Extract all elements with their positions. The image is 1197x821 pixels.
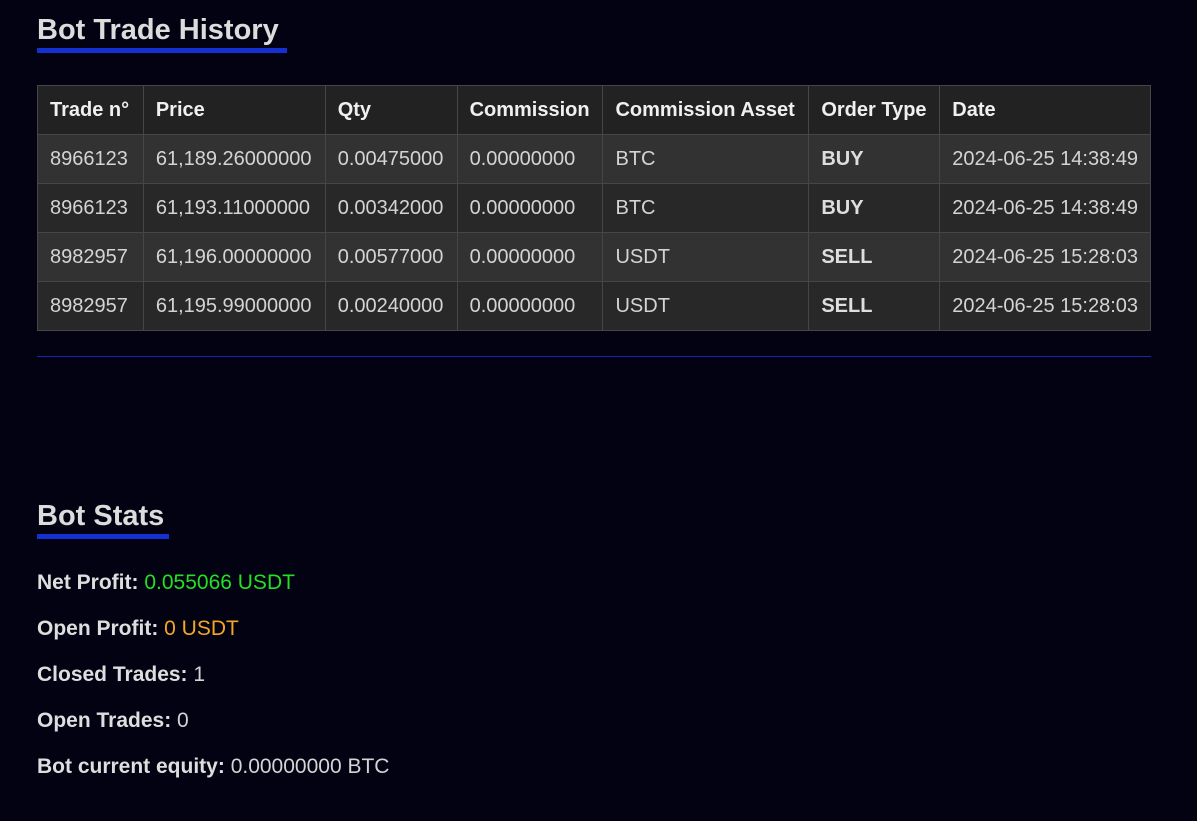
cell-trade-number: 8966123 — [37, 183, 144, 233]
stat-open-trades-label: Open Trades: — [37, 709, 172, 732]
cell-trade-number: 8982957 — [37, 281, 144, 331]
cell-commission: 0.00000000 — [456, 281, 604, 331]
column-header-qty: Qty — [324, 85, 458, 135]
stat-open-trades: Open Trades: 0 — [37, 708, 389, 754]
column-header-trade-number: Trade n° — [37, 85, 144, 135]
stat-open-profit: Open Profit: 0 USDT — [37, 616, 389, 662]
stat-open-profit-value: 0 USDT — [164, 617, 239, 640]
cell-date: 2024-06-25 15:28:03 — [939, 281, 1151, 331]
cell-commission-asset: BTC — [602, 134, 810, 184]
table-header-row: Trade n° Price Qty Commission Commission… — [37, 85, 1151, 135]
stat-net-profit-value: 0.055066 USDT — [144, 571, 295, 594]
column-header-commission-asset: Commission Asset — [602, 85, 810, 135]
cell-order-type: SELL — [808, 281, 941, 331]
cell-commission-asset: USDT — [602, 232, 810, 282]
stat-bot-equity: Bot current equity: 0.00000000 BTC — [37, 754, 389, 800]
cell-order-type: BUY — [808, 183, 941, 233]
trade-history-table: Trade n° Price Qty Commission Commission… — [37, 85, 1151, 331]
cell-commission: 0.00000000 — [456, 183, 604, 233]
cell-price: 61,196.00000000 — [142, 232, 326, 282]
cell-commission: 0.00000000 — [456, 232, 604, 282]
cell-price: 61,193.11000000 — [142, 183, 326, 233]
cell-date: 2024-06-25 15:28:03 — [939, 232, 1151, 282]
stat-closed-trades: Closed Trades: 1 — [37, 662, 389, 708]
table-row: 8982957 61,196.00000000 0.00577000 0.000… — [37, 232, 1151, 282]
stat-net-profit-label: Net Profit: — [37, 571, 139, 594]
cell-trade-number: 8982957 — [37, 232, 144, 282]
cell-commission-asset: BTC — [602, 183, 810, 233]
cell-qty: 0.00577000 — [324, 232, 458, 282]
cell-commission-asset: USDT — [602, 281, 810, 331]
cell-qty: 0.00342000 — [324, 183, 458, 233]
stat-closed-trades-label: Closed Trades: — [37, 663, 188, 686]
cell-order-type: BUY — [808, 134, 941, 184]
table-row: 8982957 61,195.99000000 0.00240000 0.000… — [37, 281, 1151, 331]
stat-bot-equity-value: 0.00000000 BTC — [230, 755, 390, 778]
cell-date: 2024-06-25 14:38:49 — [939, 183, 1151, 233]
trade-history-title: Bot Trade History — [37, 14, 279, 46]
stat-open-trades-value: 0 — [177, 709, 189, 732]
bot-stats-heading: Bot Stats — [37, 500, 169, 539]
trade-history-title-underline — [37, 48, 287, 53]
table-row: 8966123 61,193.11000000 0.00342000 0.000… — [37, 183, 1151, 233]
cell-commission: 0.00000000 — [456, 134, 604, 184]
column-header-commission: Commission — [456, 85, 604, 135]
cell-order-type: SELL — [808, 232, 941, 282]
stat-open-profit-label: Open Profit: — [37, 617, 159, 640]
cell-qty: 0.00240000 — [324, 281, 458, 331]
cell-trade-number: 8966123 — [37, 134, 144, 184]
bot-stats-list: Net Profit: 0.055066 USDT Open Profit: 0… — [37, 570, 389, 800]
column-header-order-type: Order Type — [808, 85, 941, 135]
stat-closed-trades-value: 1 — [193, 663, 206, 686]
cell-date: 2024-06-25 14:38:49 — [939, 134, 1151, 184]
column-header-price: Price — [142, 85, 326, 135]
bot-stats-title: Bot Stats — [37, 500, 165, 532]
page: Bot Trade History Trade n° Price Qty Com… — [0, 0, 1197, 821]
cell-price: 61,195.99000000 — [142, 281, 326, 331]
stat-net-profit: Net Profit: 0.055066 USDT — [37, 570, 389, 616]
column-header-date: Date — [939, 85, 1151, 135]
cell-price: 61,189.26000000 — [142, 134, 326, 184]
section-divider — [37, 356, 1151, 357]
trade-history-heading: Bot Trade History — [37, 14, 287, 53]
stat-bot-equity-label: Bot current equity: — [37, 755, 225, 778]
table-row: 8966123 61,189.26000000 0.00475000 0.000… — [37, 134, 1151, 184]
cell-qty: 0.00475000 — [324, 134, 458, 184]
bot-stats-title-underline — [37, 534, 169, 539]
